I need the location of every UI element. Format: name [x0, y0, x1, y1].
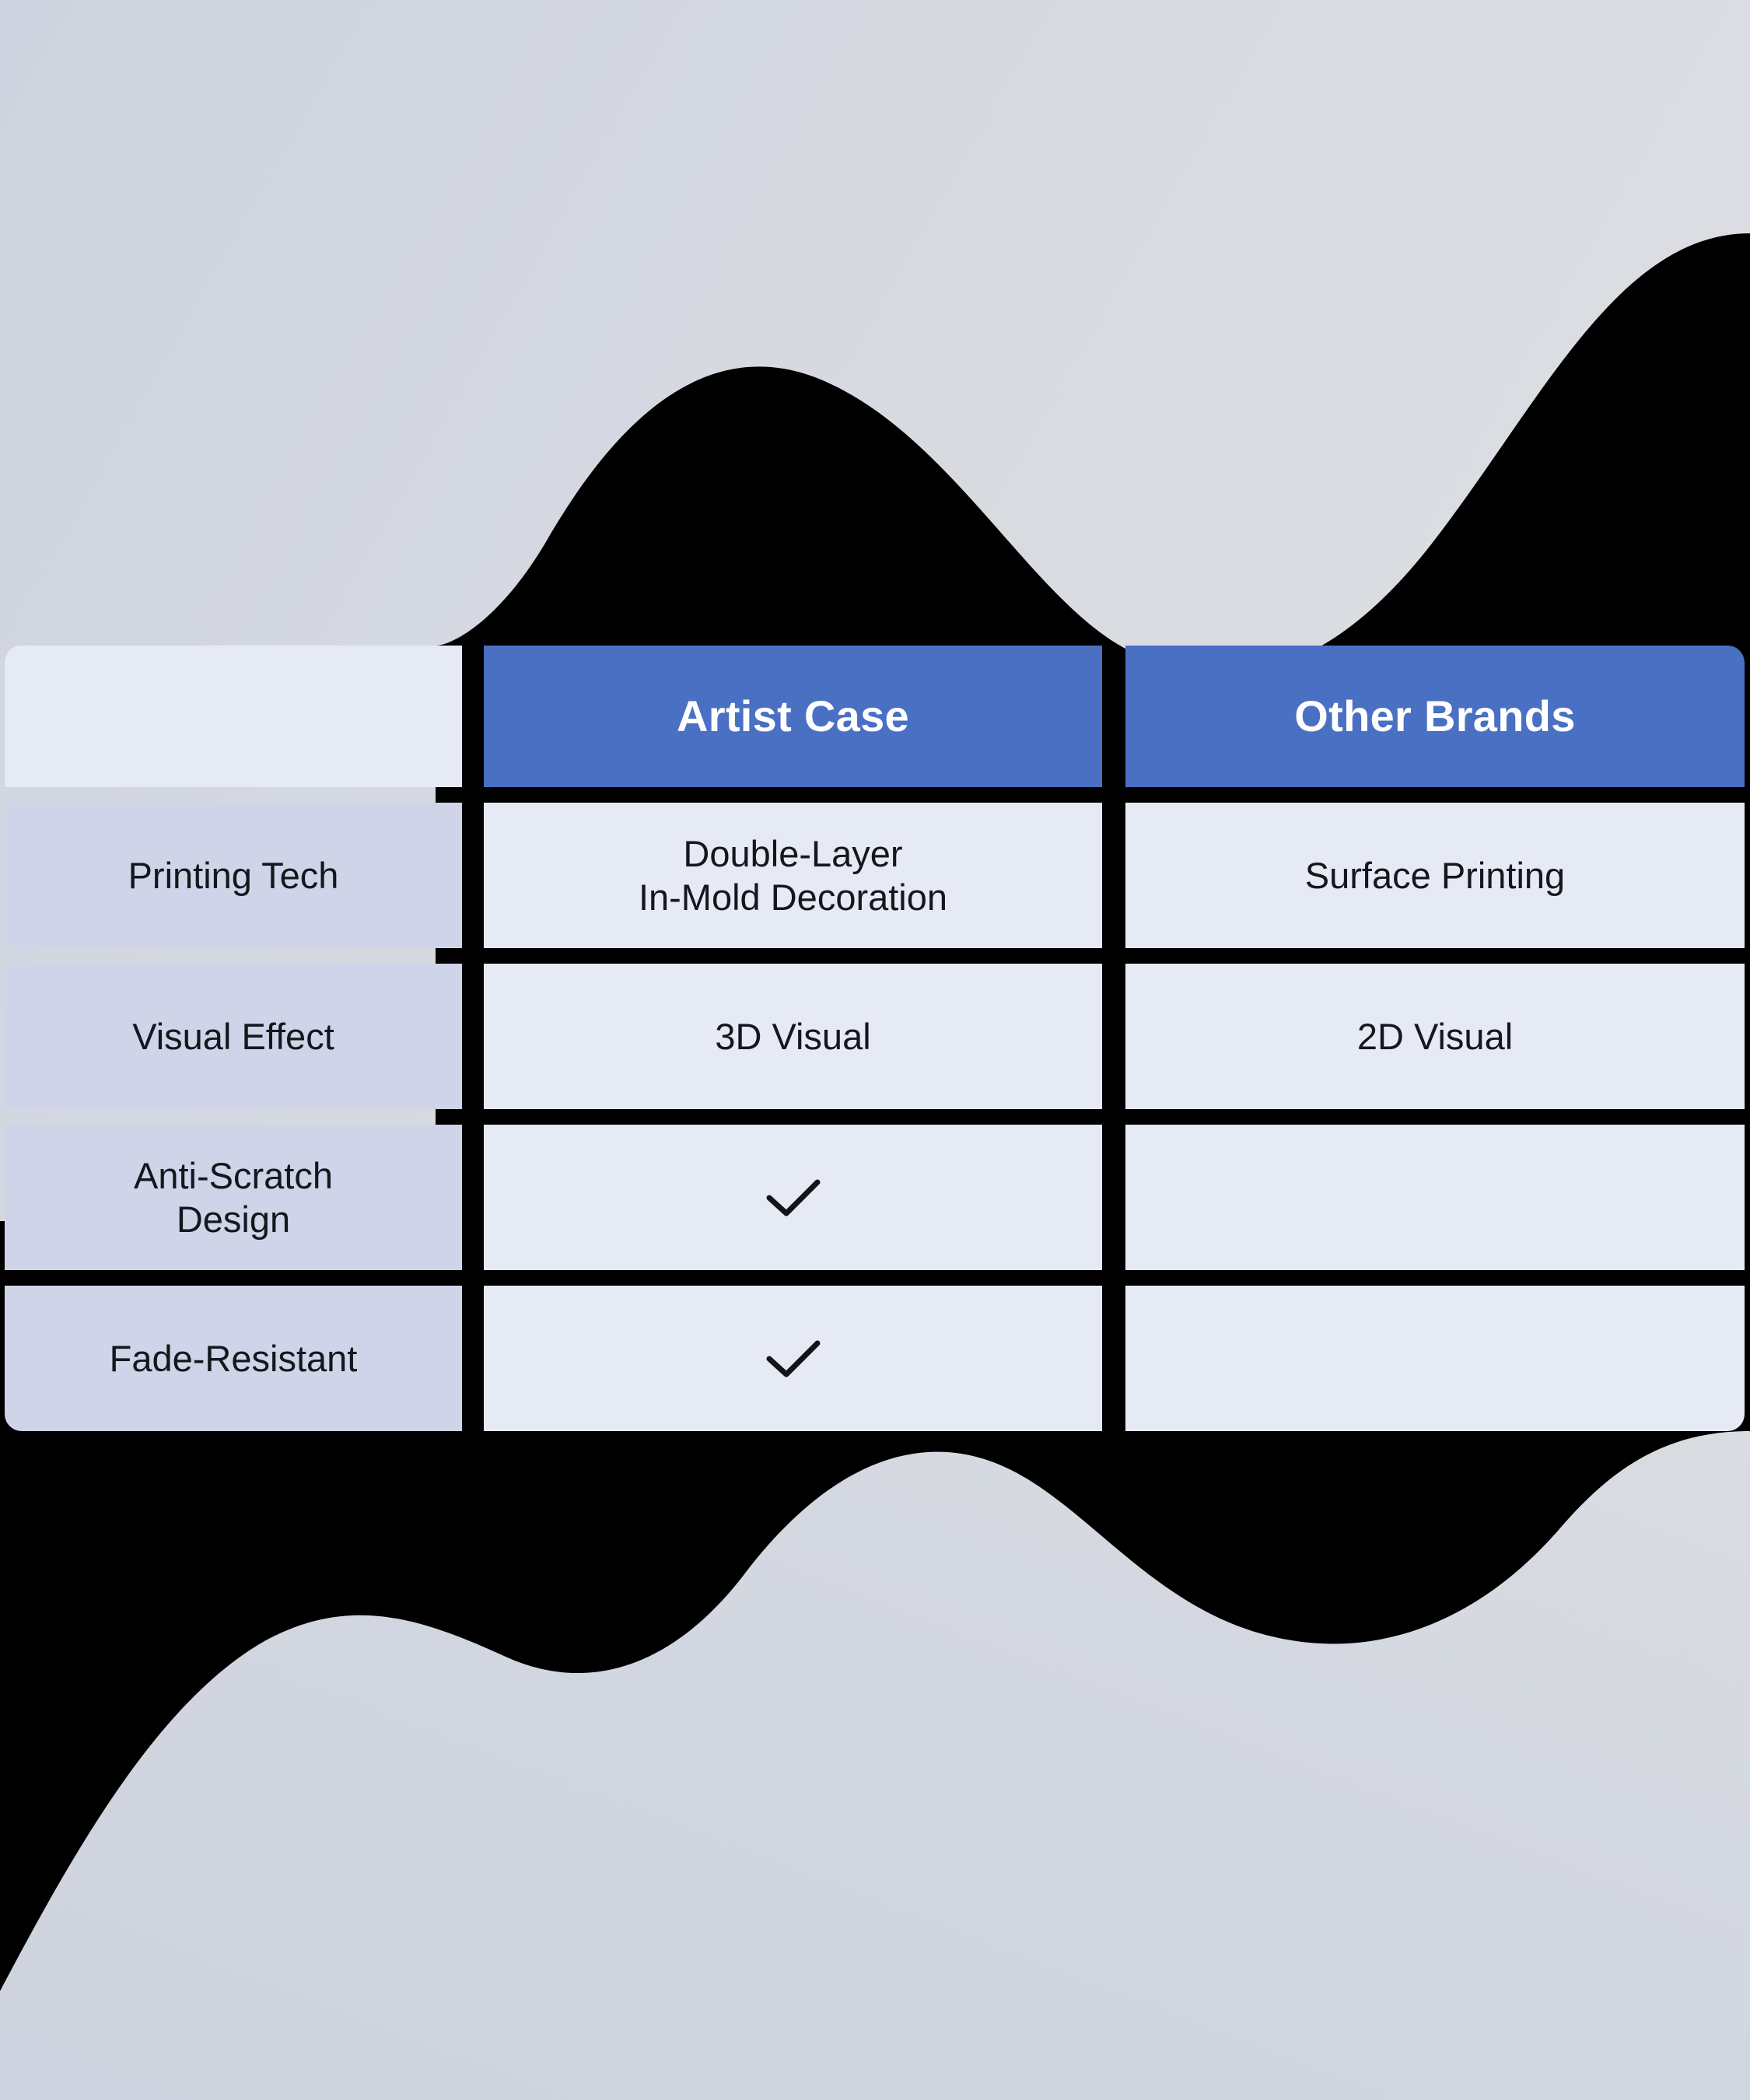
column-gap: [1102, 964, 1125, 1109]
column-gap: [1102, 1286, 1125, 1431]
cell-artist-case-anti-scratch: [484, 1125, 1102, 1270]
column-gap: [1102, 1125, 1125, 1270]
column-gap: [462, 1125, 484, 1270]
column-gap: [462, 964, 484, 1109]
header-cell-feature: [5, 646, 462, 787]
cell-other-brands-printing-tech: Surface Printing: [1125, 803, 1745, 948]
cell-other-brands-anti-scratch: [1125, 1125, 1745, 1270]
column-gap: [462, 1286, 484, 1431]
column-gap: [462, 803, 484, 948]
table-row: Anti-Scratch Design: [5, 1125, 1745, 1270]
wave-bottom-shape: [0, 1431, 1750, 2100]
table-row: Visual Effect 3D Visual 2D Visual: [5, 964, 1745, 1109]
row-label-visual-effect: Visual Effect: [5, 964, 462, 1109]
row-label-fade-resistant: Fade-Resistant: [5, 1286, 462, 1431]
table-row: Printing Tech Double-Layer In-Mold Decor…: [5, 803, 1745, 948]
column-gap: [462, 646, 484, 787]
header-cell-artist-case: Artist Case: [484, 646, 1102, 787]
header-cell-other-brands: Other Brands: [1125, 646, 1745, 787]
column-gap: [1102, 803, 1125, 948]
cell-artist-case-visual-effect: 3D Visual: [484, 964, 1102, 1109]
table-row: Fade-Resistant: [5, 1286, 1745, 1431]
check-icon: [766, 1340, 820, 1377]
row-label-printing-tech: Printing Tech: [5, 803, 462, 948]
table-header-row: Artist Case Other Brands: [5, 646, 1745, 787]
cell-other-brands-visual-effect: 2D Visual: [1125, 964, 1745, 1109]
row-label-anti-scratch-design: Anti-Scratch Design: [5, 1125, 462, 1270]
comparison-table: Artist Case Other Brands Printing Tech D…: [5, 646, 1745, 1431]
cell-other-brands-fade-resistant: [1125, 1286, 1745, 1431]
cell-artist-case-printing-tech: Double-Layer In-Mold Decoration: [484, 803, 1102, 948]
column-gap: [1102, 646, 1125, 787]
cell-artist-case-fade-resistant: [484, 1286, 1102, 1431]
comparison-table-graphic: Artist Case Other Brands Printing Tech D…: [0, 0, 1750, 2100]
check-icon: [766, 1179, 820, 1216]
